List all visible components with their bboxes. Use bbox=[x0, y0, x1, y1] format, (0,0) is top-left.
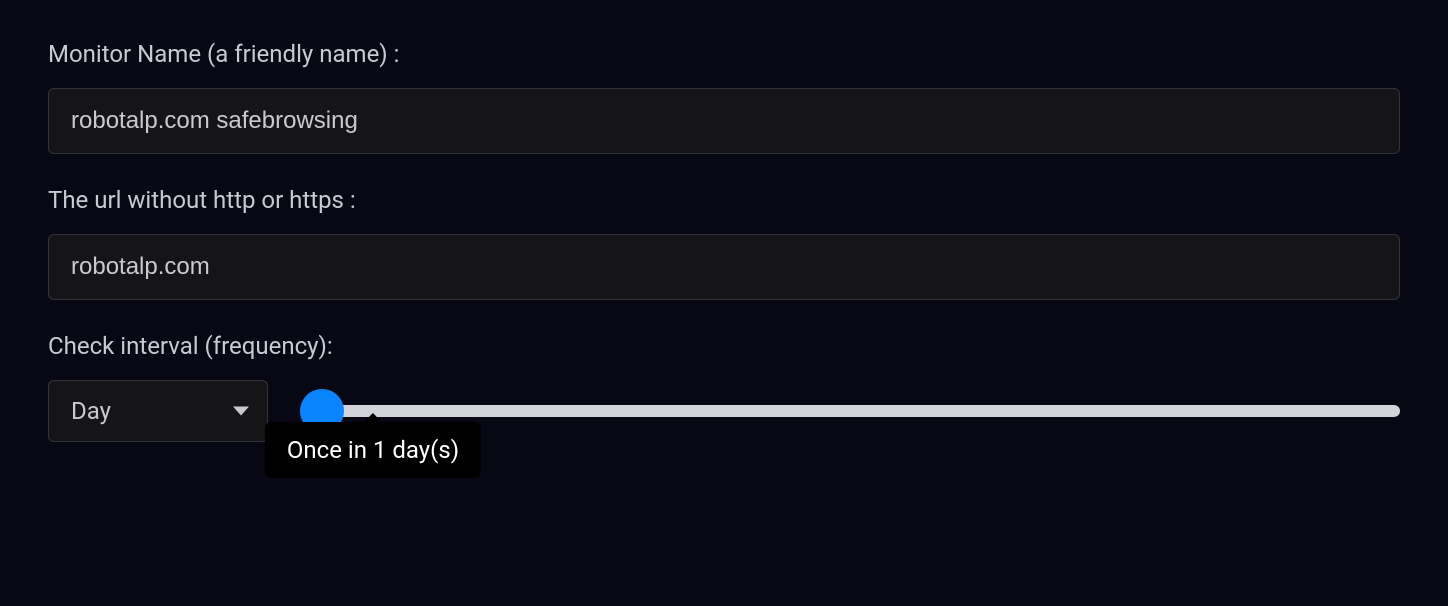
url-label: The url without http or https : bbox=[48, 186, 1400, 214]
slider-track bbox=[304, 405, 1400, 417]
url-input[interactable] bbox=[48, 234, 1400, 300]
interval-group: Check interval (frequency): Day Once in … bbox=[48, 332, 1400, 442]
interval-label: Check interval (frequency): bbox=[48, 332, 1400, 360]
monitor-name-label: Monitor Name (a friendly name) : bbox=[48, 40, 1400, 68]
monitor-name-group: Monitor Name (a friendly name) : bbox=[48, 40, 1400, 154]
monitor-name-input[interactable] bbox=[48, 88, 1400, 154]
interval-unit-select[interactable]: Day bbox=[48, 380, 268, 442]
url-group: The url without http or https : bbox=[48, 186, 1400, 300]
interval-controls: Day bbox=[48, 380, 1400, 442]
interval-slider[interactable] bbox=[304, 405, 1400, 417]
interval-unit-value: Day bbox=[71, 397, 111, 425]
slider-tooltip: Once in 1 day(s) bbox=[265, 422, 481, 478]
caret-down-icon bbox=[233, 407, 249, 416]
